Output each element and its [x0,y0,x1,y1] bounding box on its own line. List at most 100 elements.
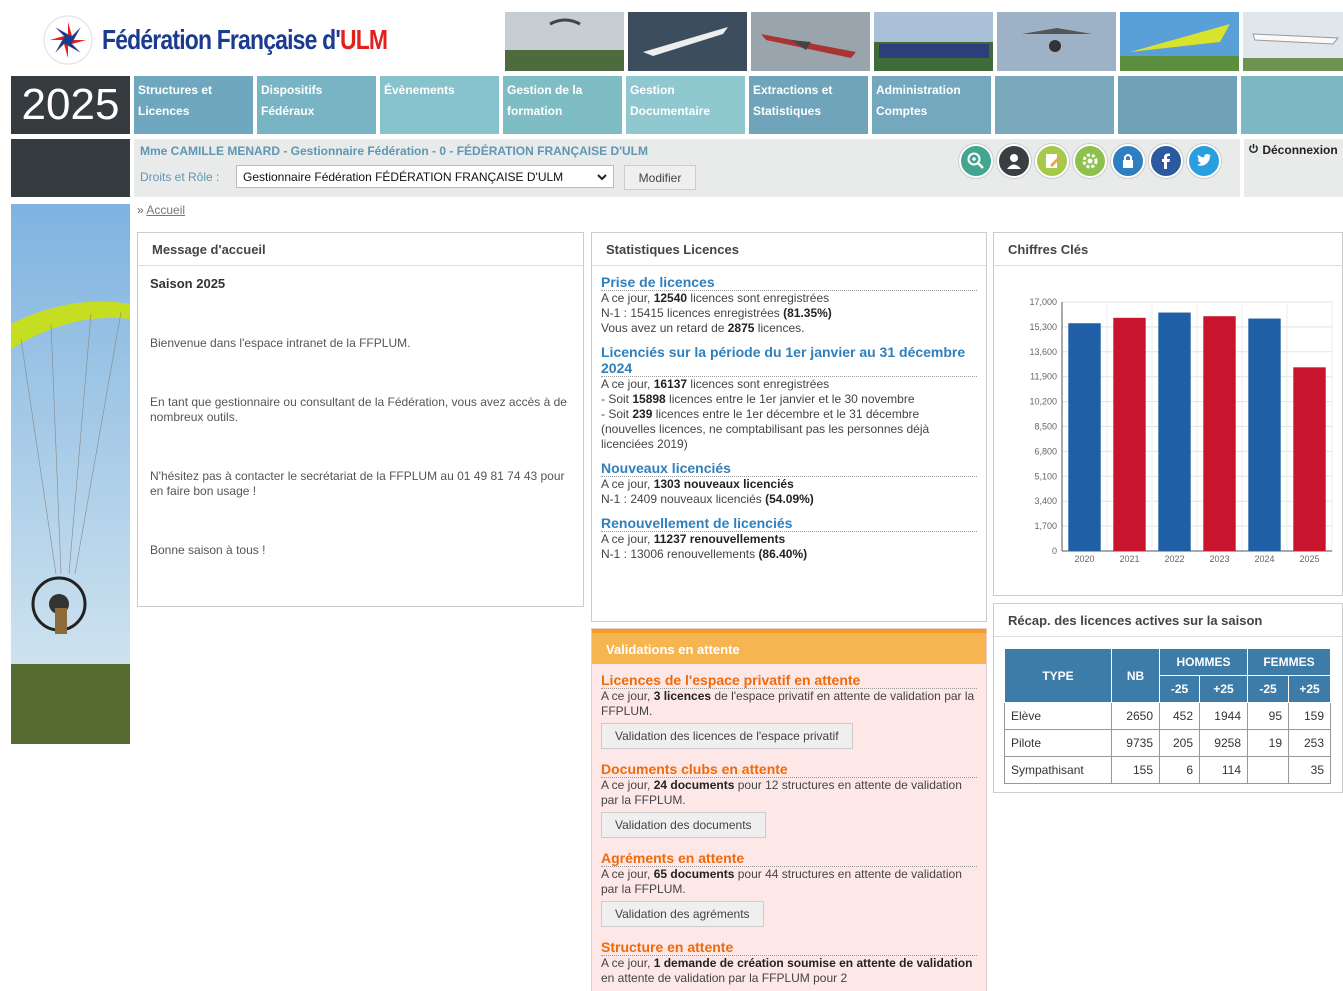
nav-gestion-documentaire[interactable]: Gestion Documentaire [626,76,745,134]
settings-gear-icon[interactable] [1073,144,1107,178]
stat-line: - Soit 239 licences entre le 1er décembr… [601,407,920,421]
stat-heading: Prise de licences [601,274,977,291]
cell-femmes-p25: 253 [1288,729,1331,757]
validation-heading: Documents clubs en attente [601,761,977,778]
cell-hommes-m25: 205 [1159,729,1200,757]
chevron-down-icon [597,170,607,184]
cell-femmes-p25: 35 [1288,756,1331,784]
nav-dispositifs-federaux[interactable]: Dispositifs Fédéraux [257,76,376,134]
chart-bar [1068,323,1101,551]
cell-femmes-m25 [1247,756,1289,784]
col-hommes-p25: +25 [1199,675,1248,703]
search-zoom-icon[interactable] [959,144,993,178]
y-tick-label: 8,500 [1034,422,1057,432]
validation-heading: Licences de l'espace privatif en attente [601,672,977,689]
cell-hommes-m25: 452 [1159,702,1200,730]
stat-line: N-1 : 2409 nouveaux licenciés (54.09%) [601,492,814,506]
nav-evenements[interactable]: Évènements [380,76,499,134]
nav-structures-licences[interactable]: Structures et Licences [134,76,253,134]
nav-extractions-statistiques[interactable]: Extractions et Statistiques [749,76,868,134]
userbar-left-block [11,139,130,197]
y-tick-label: 11,900 [1030,372,1057,382]
lock-icon[interactable] [1111,144,1145,178]
role-select[interactable]: Gestionnaire Fédération FÉDÉRATION FRANÇ… [236,165,614,188]
validation-text: A ce jour, 3 licences de l'espace privat… [601,689,975,718]
season-year[interactable]: 2025 [11,76,130,134]
stat-line: A ce jour, 1303 nouveaux licenciés [601,477,794,491]
license-recap-panel: Récap. des licences actives sur la saiso… [993,603,1343,793]
cell-hommes-p25: 9258 [1199,729,1248,757]
cell-nb: 155 [1111,756,1160,784]
license-stats-panel: Statistiques Licences Prise de licences … [591,232,987,622]
stat-heading: Nouveaux licenciés [601,460,977,477]
modifier-button[interactable]: Modifier [624,165,696,190]
user-identity: Mme CAMILLE MENARD - Gestionnaire Fédéra… [140,144,648,158]
key-figures-panel: Chiffres Clés 0 1,700 3,400 5,100 6,800 8,500… [993,232,1343,596]
header-photo-paraglider [505,12,624,71]
droits-role-label: Droits et Rôle : [140,170,220,184]
season-heading: Saison 2025 [150,276,226,291]
stat-heading: Licenciés sur la période du 1er janvier … [601,344,977,377]
cell-femmes-p25: 159 [1288,702,1331,730]
y-tick-label: 1,700 [1034,521,1057,531]
validate-private-licenses-button[interactable]: Validation des licences de l'espace priv… [601,723,853,749]
welcome-paragraph: Bonne saison à tous ! [150,543,266,557]
x-tick-label: 2024 [1254,554,1274,564]
cell-type: Pilote [1004,729,1112,757]
stat-heading: Renouvellement de licenciés [601,515,977,532]
nav-empty-3 [1241,76,1343,134]
cell-type: Elève [1004,702,1112,730]
stat-line: Vous avez un retard de 2875 licences. [601,321,805,335]
facebook-icon[interactable] [1149,144,1183,178]
validation-heading: Structure en attente [601,939,977,956]
y-tick-label: 3,400 [1034,496,1057,506]
breadcrumb: » Accueil [137,203,186,217]
y-tick-label: 15,300 [1029,322,1057,332]
table-row: Sympathisant 155 6 114 35 [1004,756,1331,784]
col-hommes-m25: -25 [1159,675,1200,703]
stat-line: N-1 : 13006 renouvellements (86.40%) [601,547,808,561]
cell-type: Sympathisant [1004,756,1112,784]
validate-agreements-button[interactable]: Validation des agréments [601,901,764,927]
cell-hommes-p25: 114 [1199,756,1248,784]
table-row: Pilote 9735 205 9258 19 253 [1004,729,1331,757]
logo-title-accent: ULM [339,24,388,55]
y-tick-label: 5,100 [1034,471,1057,481]
ffplum-logo[interactable]: Fédération Française d'ULM [40,12,450,68]
cell-hommes-m25: 6 [1159,756,1200,784]
cell-hommes-p25: 1944 [1199,702,1248,730]
y-tick-label: 17,000 [1029,297,1057,307]
validation-heading: Agréments en attente [601,850,977,867]
main-nav: Structures et Licences Dispositifs Fédér… [134,76,1343,134]
breadcrumb-home-link[interactable]: Accueil [146,203,185,217]
col-femmes-m25: -25 [1247,675,1289,703]
welcome-message-panel: Message d'accueil Saison 2025 Bienvenue … [137,232,584,607]
y-tick-label: 6,800 [1034,446,1057,456]
validation-text: A ce jour, 24 documents pour 12 structur… [601,778,962,807]
license-stats-title: Statistiques Licences [592,233,986,266]
license-recap-title: Récap. des licences actives sur la saiso… [994,604,1342,637]
twitter-icon[interactable] [1187,144,1221,178]
logo-title: Fédération Française d'ULM [102,24,388,56]
header-photo-strip [505,12,1343,71]
x-tick-label: 2021 [1119,554,1139,564]
edit-note-icon[interactable] [1035,144,1069,178]
header-photo-aircraft [751,12,870,71]
pending-validations-panel: Validations en attente Licences de l'esp… [591,628,987,991]
pending-validations-title: Validations en attente [592,629,986,664]
col-hommes: HOMMES [1159,648,1248,676]
user-bar: Mme CAMILLE MENARD - Gestionnaire Fédéra… [134,139,1240,197]
ffplum-emblem-icon [40,12,96,68]
role-select-value: Gestionnaire Fédération FÉDÉRATION FRANÇ… [243,169,564,184]
x-tick-label: 2025 [1299,554,1319,564]
user-profile-icon[interactable] [997,144,1031,178]
cell-nb: 2650 [1111,702,1160,730]
table-row: Elève 2650 452 1944 95 159 [1004,702,1331,730]
nav-gestion-formation[interactable]: Gestion de la formation [503,76,622,134]
deconnexion-link[interactable]: Déconnexion [1248,143,1338,157]
col-femmes: FEMMES [1247,648,1331,676]
nav-empty-1 [995,76,1114,134]
col-type: TYPE [1004,648,1112,703]
nav-administration-comptes[interactable]: Administration Comptes [872,76,991,134]
validate-documents-button[interactable]: Validation des documents [601,812,766,838]
